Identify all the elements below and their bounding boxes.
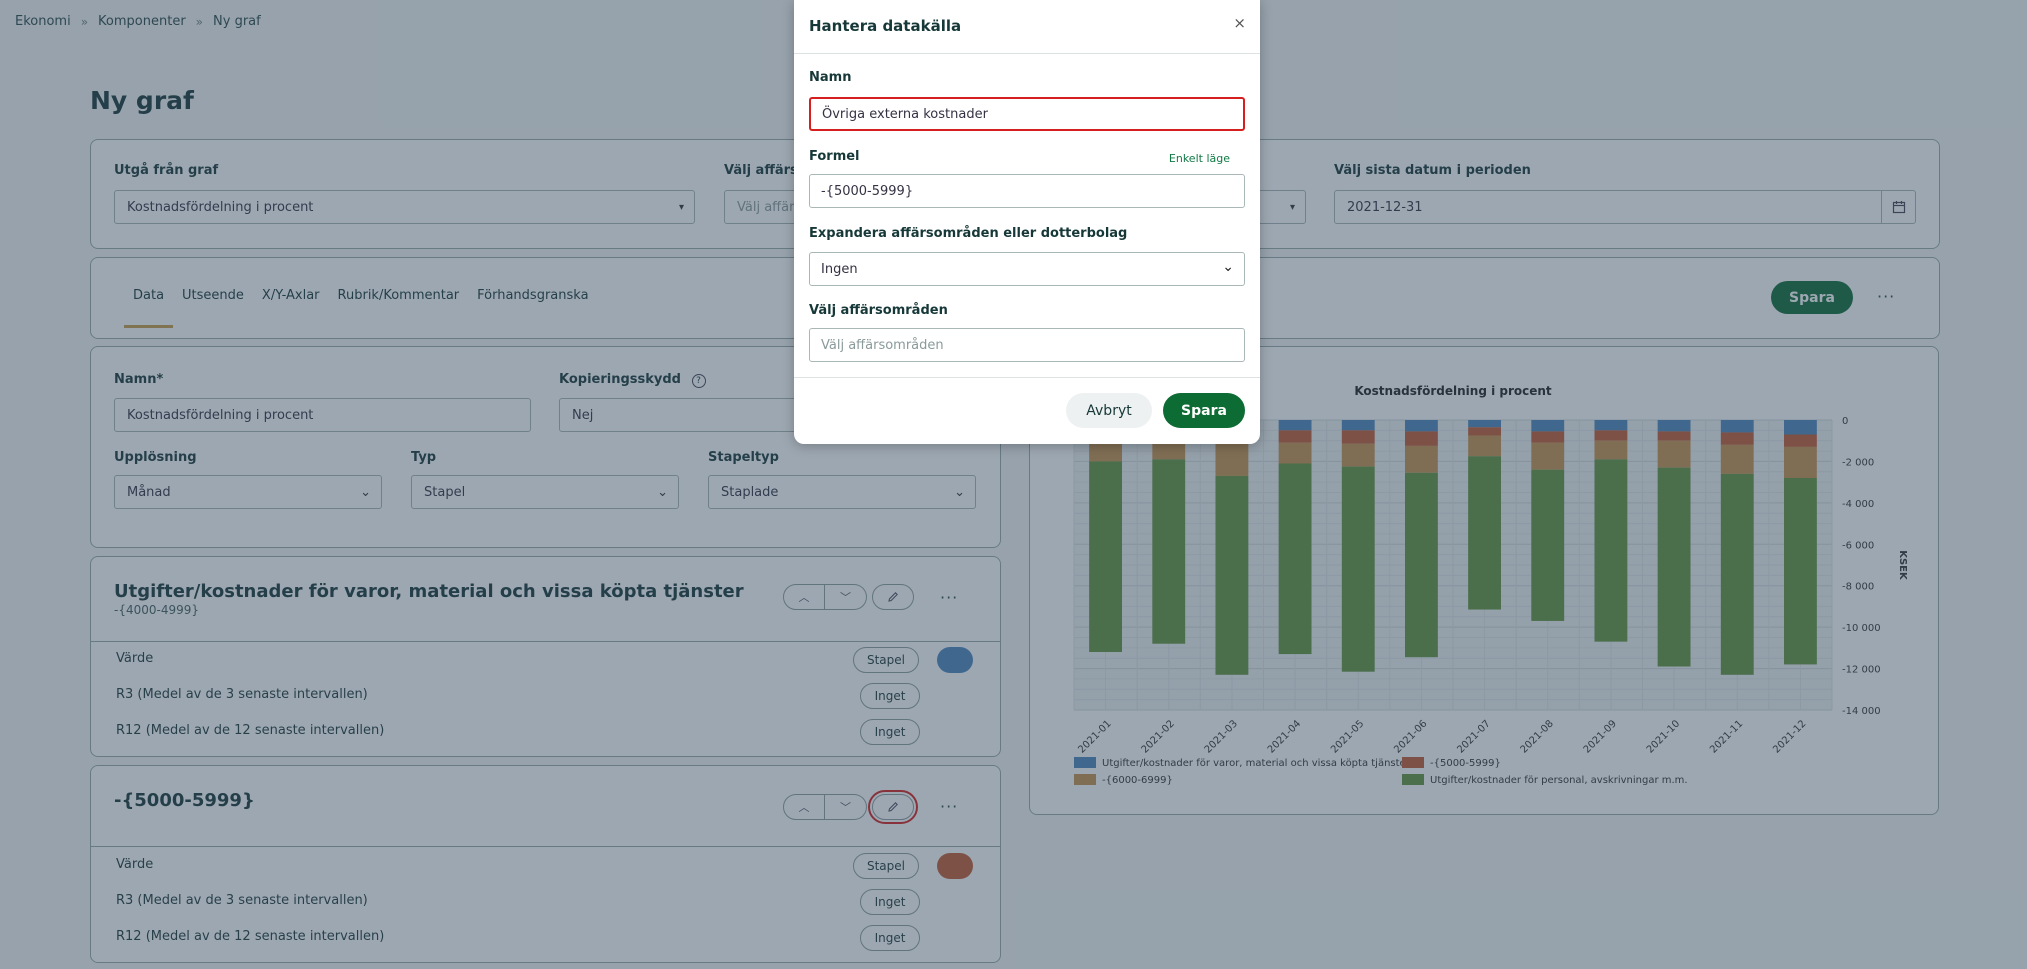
modal-name-value: Övriga externa kostnader [822, 106, 988, 122]
divider [794, 377, 1260, 378]
divider [794, 53, 1260, 54]
close-icon[interactable]: × [1233, 14, 1246, 32]
datasource-modal: Hantera datakälla × Namn Övriga externa … [794, 0, 1260, 444]
page: Ekonomi » Komponenter » Ny graf Ny graf … [0, 0, 2027, 969]
modal-formula-label: Formel [809, 149, 860, 164]
modal-areas-input[interactable]: Välj affärsområden [809, 328, 1245, 362]
modal-name-input[interactable]: Övriga externa kostnader [809, 97, 1245, 131]
modal-expand-select[interactable]: Ingen ⌄ [809, 252, 1245, 286]
simple-mode-link[interactable]: Enkelt läge [1169, 152, 1230, 165]
modal-name-label: Namn [809, 70, 852, 85]
modal-save-button[interactable]: Spara [1163, 393, 1245, 428]
modal-areas-placeholder: Välj affärsområden [821, 337, 944, 353]
cancel-button[interactable]: Avbryt [1066, 393, 1152, 428]
chevron-down-icon: ⌄ [1222, 259, 1234, 275]
modal-expand-label: Expandera affärsområden eller dotterbola… [809, 226, 1128, 241]
modal-expand-value: Ingen [821, 261, 858, 277]
modal-formula-value: -{5000-5999} [821, 183, 914, 199]
modal-formula-input[interactable]: -{5000-5999} [809, 174, 1245, 208]
modal-title: Hantera datakälla [809, 17, 962, 35]
modal-areas-label: Välj affärsområden [809, 303, 948, 318]
